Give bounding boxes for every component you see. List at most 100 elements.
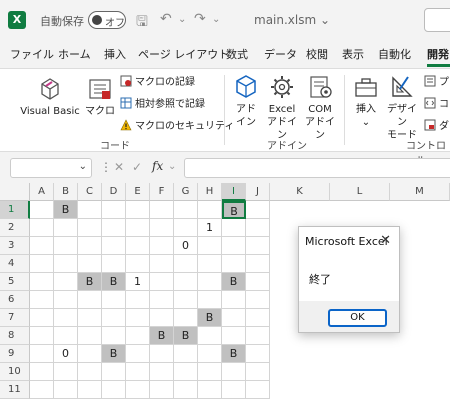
run-dialog-button[interactable]: ダ [424,117,449,132]
cell-c6[interactable] [78,291,102,309]
cell-c9[interactable] [78,345,102,363]
tab-view[interactable]: 表示 [342,46,364,62]
cell-b4[interactable] [54,255,78,273]
cell-a7[interactable] [30,309,54,327]
com-addins-button[interactable]: COM アドイン [302,73,338,142]
row-header-3[interactable]: 3 [0,237,30,255]
cell-b9[interactable]: 0 [54,345,78,363]
cell-d5[interactable]: B [102,273,126,291]
cell-a9[interactable] [30,345,54,363]
cell-h6[interactable] [198,291,222,309]
cell-g10[interactable] [174,363,198,381]
column-header-b[interactable]: B [54,183,78,201]
close-icon[interactable]: ✕ [380,233,391,248]
cell-g11[interactable] [174,381,198,399]
cell-b1[interactable]: B [54,201,78,219]
view-code-button[interactable]: コ [424,95,449,110]
formula-input[interactable] [184,158,450,178]
row-header-1[interactable]: 1 [0,201,30,219]
cell-c8[interactable] [78,327,102,345]
cell-a3[interactable] [30,237,54,255]
column-header-k[interactable]: K [270,183,330,201]
cell-c5[interactable]: B [78,273,102,291]
ok-button[interactable]: OK [328,309,387,327]
tab-file[interactable]: ファイル [10,46,54,62]
cell-c10[interactable] [78,363,102,381]
cell-h10[interactable] [198,363,222,381]
cell-h1[interactable] [198,201,222,219]
design-mode-button[interactable]: デザイン モード [384,73,420,142]
cell-d1[interactable] [102,201,126,219]
select-all-corner[interactable] [0,183,30,201]
cell-e7[interactable] [126,309,150,327]
addins-button[interactable]: アド イン [230,73,262,129]
cell-i1[interactable]: B [222,201,246,219]
cell-h11[interactable] [198,381,222,399]
cell-e11[interactable] [126,381,150,399]
cell-e5[interactable]: 1 [126,273,150,291]
cell-d2[interactable] [102,219,126,237]
undo-dropdown-icon[interactable]: ⌄ [178,14,186,25]
cell-g3[interactable]: 0 [174,237,198,255]
cell-i4[interactable] [222,255,246,273]
cell-i5[interactable]: B [222,273,246,291]
macros-button[interactable]: マクロ [84,75,116,118]
cell-j6[interactable] [246,291,270,309]
cell-j2[interactable] [246,219,270,237]
cell-f10[interactable] [150,363,174,381]
cell-f1[interactable] [150,201,174,219]
cell-f8[interactable]: B [150,327,174,345]
file-name[interactable]: main.xlsm ⌄ [254,13,330,27]
cell-b2[interactable] [54,219,78,237]
excel-addins-button[interactable]: Excel アドイン [264,73,300,142]
cell-d3[interactable] [102,237,126,255]
cell-a2[interactable] [30,219,54,237]
tab-formulas[interactable]: 数式 [226,46,248,62]
row-header-9[interactable]: 9 [0,345,30,363]
cell-a11[interactable] [30,381,54,399]
column-header-m[interactable]: M [390,183,450,201]
cell-j7[interactable] [246,309,270,327]
undo-icon[interactable]: ↶ [160,11,172,27]
cell-j4[interactable] [246,255,270,273]
cell-i11[interactable] [222,381,246,399]
properties-button[interactable]: プ [424,73,449,88]
cell-a6[interactable] [30,291,54,309]
cell-j10[interactable] [246,363,270,381]
cell-a10[interactable] [30,363,54,381]
row-header-6[interactable]: 6 [0,291,30,309]
cell-i10[interactable] [222,363,246,381]
cell-e8[interactable] [126,327,150,345]
column-header-i[interactable]: I [222,183,246,201]
cell-g7[interactable] [174,309,198,327]
visual-basic-button[interactable]: Visual Basic [18,75,82,118]
cell-j3[interactable] [246,237,270,255]
row-header-8[interactable]: 8 [0,327,30,345]
enter-icon[interactable]: ✓ [132,160,142,174]
cell-f9[interactable] [150,345,174,363]
cell-b5[interactable] [54,273,78,291]
cell-i2[interactable] [222,219,246,237]
save-icon[interactable]: 🖫 [136,11,148,35]
cell-c4[interactable] [78,255,102,273]
column-header-e[interactable]: E [126,183,150,201]
column-header-c[interactable]: C [78,183,102,201]
cell-g6[interactable] [174,291,198,309]
cell-j1[interactable] [246,201,270,219]
cell-d4[interactable] [102,255,126,273]
tab-review[interactable]: 校閲 [306,46,328,62]
cell-d8[interactable] [102,327,126,345]
cell-d9[interactable]: B [102,345,126,363]
cell-h8[interactable] [198,327,222,345]
cell-i3[interactable] [222,237,246,255]
cell-b10[interactable] [54,363,78,381]
cell-b7[interactable] [54,309,78,327]
row-header-10[interactable]: 10 [0,363,30,381]
chevron-down-icon[interactable]: ⌄ [79,161,87,172]
cell-h2[interactable]: 1 [198,219,222,237]
cell-a1[interactable] [30,201,54,219]
cell-g2[interactable] [174,219,198,237]
cell-b3[interactable] [54,237,78,255]
cell-f2[interactable] [150,219,174,237]
chevron-down-icon[interactable]: ⌄ [168,161,176,172]
